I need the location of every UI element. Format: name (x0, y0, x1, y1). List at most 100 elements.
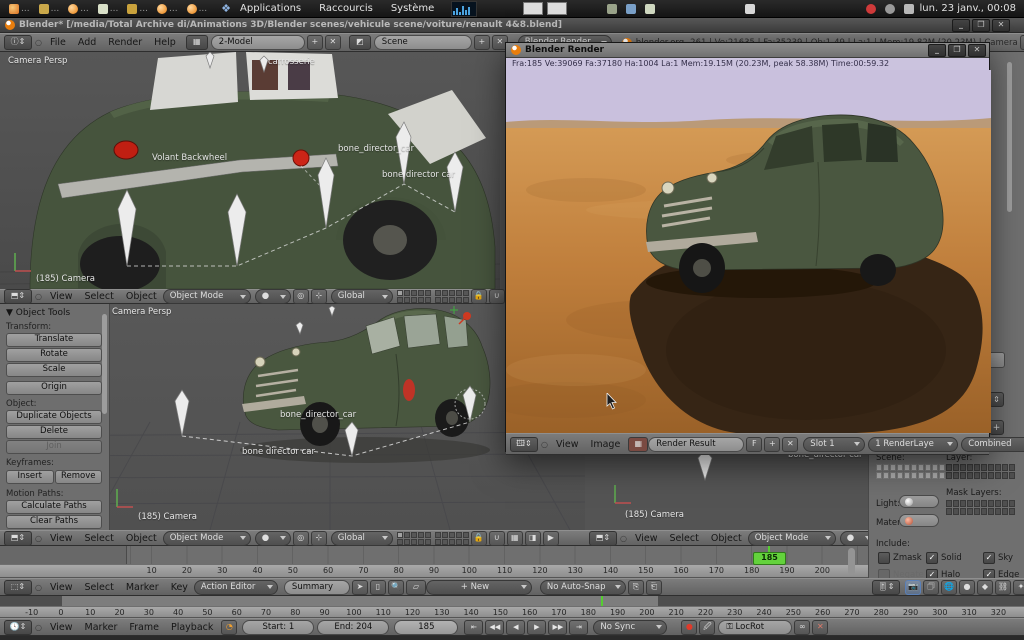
scene-icon[interactable]: ◩ (349, 35, 371, 50)
ghost-icon[interactable]: ▯ (370, 580, 386, 595)
mode-select[interactable]: Object Mode (163, 531, 251, 546)
menu-item[interactable]: View (50, 582, 73, 593)
tab-scene-icon[interactable]: 🌐 (941, 580, 957, 595)
timeline-ruler[interactable]: -100102030405060708090100110120130140150… (0, 606, 1024, 618)
scrollbar[interactable] (1007, 62, 1012, 212)
maximize-button[interactable]: ❐ (972, 19, 990, 32)
summary-toggle[interactable]: Summary (284, 580, 350, 595)
document-icon[interactable] (39, 4, 49, 14)
render-layers-widget[interactable] (946, 464, 980, 479)
render-window[interactable]: Blender Render _ ❐ ✕ Fra:185 Ve:39069 Fa… (505, 42, 990, 452)
copy-keyframes-icon[interactable]: ⎘ (628, 580, 644, 595)
mode-select[interactable]: Object Mode (163, 289, 251, 304)
delete-layout-button[interactable]: ✕ (325, 35, 341, 50)
rendered-image[interactable] (506, 70, 991, 433)
menu-item[interactable]: Marker (85, 622, 118, 633)
end-frame-field[interactable]: End: 204 (317, 620, 389, 635)
render-opengl-icon[interactable]: ◨ (525, 531, 541, 546)
folder-icon[interactable] (127, 4, 137, 14)
add-icon[interactable]: + (989, 420, 1004, 435)
tab-world-icon[interactable]: ● (959, 580, 975, 595)
scene-field[interactable]: Scene (374, 35, 472, 50)
add-layout-button[interactable]: + (307, 35, 323, 50)
render-anim-icon[interactable]: ▶ (543, 531, 559, 546)
close-button[interactable]: ✕ (968, 44, 986, 57)
tray-ball-icon[interactable] (885, 4, 895, 14)
blender-task-icon[interactable] (68, 4, 78, 14)
join-button[interactable]: Join (6, 440, 102, 454)
layers-widget[interactable] (397, 532, 431, 545)
delete-keyframe-icon[interactable]: ✕ (812, 620, 828, 635)
blender-task-icon[interactable] (157, 4, 167, 14)
start-frame-field[interactable]: Start: 1 (242, 620, 314, 635)
orientation-select[interactable]: Global (331, 289, 393, 304)
editor-type-icon[interactable]: ⬒⇕ (4, 531, 32, 546)
window-popup-icon[interactable]: ❏ (1020, 35, 1024, 50)
menu-item[interactable]: Playback (171, 622, 213, 633)
prev-keyframe-button[interactable]: ◀◀ (485, 620, 504, 635)
insert-keyframe-icon[interactable]: ∞ (794, 620, 810, 635)
window-title-bar[interactable]: Blender* [/media/Total Archive di/Animat… (0, 18, 1024, 33)
editor-type-icon[interactable]: 🕓⇕ (4, 620, 32, 635)
dope-sheet-canvas[interactable] (0, 546, 868, 564)
editor-type-icon[interactable]: 🎚⇕ (872, 580, 900, 595)
editor-type-icon[interactable]: ⬒⇕ (4, 289, 32, 304)
lock-icon[interactable]: 🔒 (471, 289, 487, 304)
jump-to-end-button[interactable]: ⇥ (569, 620, 588, 635)
menu-raccourcis[interactable]: Raccourcis (319, 3, 373, 14)
next-keyframe-button[interactable]: ▶▶ (548, 620, 567, 635)
scene-layers-widget[interactable] (876, 464, 910, 479)
unlink-image-button[interactable]: ✕ (782, 437, 798, 452)
menu-item[interactable]: Image (591, 439, 621, 450)
collapse-menus-icon[interactable]: ○ (541, 440, 548, 449)
layers-widget[interactable] (397, 290, 431, 303)
editor-type-icon[interactable]: ⬚⇕ (4, 580, 32, 595)
menu-systeme[interactable]: Système (391, 3, 434, 14)
menu-item[interactable]: Object (126, 291, 157, 302)
viewport-shading-select[interactable]: ● (255, 531, 291, 546)
remove-keyframe-button[interactable]: Remove (55, 470, 103, 484)
editor-mode-select[interactable]: Action Editor (194, 580, 278, 595)
menu-item[interactable]: Select (85, 533, 114, 544)
zmask-checkbox[interactable]: Zmask (878, 552, 922, 564)
fake-user-button[interactable]: F (746, 437, 762, 452)
preview-range-icon[interactable]: ◔ (221, 620, 237, 635)
material-override-field[interactable] (899, 514, 939, 527)
add-image-button[interactable]: + (764, 437, 780, 452)
current-frame-line[interactable] (601, 596, 603, 606)
menu-item[interactable]: Select (85, 582, 114, 593)
new-action-button[interactable]: + New (426, 580, 532, 595)
insert-keyframe-button[interactable]: Insert (6, 470, 54, 484)
collapse-menus-icon[interactable]: ○ (35, 292, 42, 301)
light-override-field[interactable] (899, 495, 939, 508)
action-icon[interactable]: ▱ (406, 580, 426, 595)
slot-select[interactable]: Slot 1 (803, 437, 865, 452)
solid-checkbox[interactable]: ✓Solid (926, 552, 962, 564)
tab-physics-icon[interactable]: ✦ (1013, 580, 1024, 595)
menu-item[interactable]: View (50, 291, 73, 302)
viewport-shading-select[interactable]: ● (255, 289, 291, 304)
select-cursor-icon[interactable]: ➤ (352, 580, 368, 595)
tab-object-icon[interactable]: ◆ (977, 580, 993, 595)
scrollbar[interactable] (102, 314, 107, 414)
pivot-point-icon[interactable]: ◎ (293, 531, 309, 546)
minimize-button[interactable]: _ (928, 44, 946, 57)
keying-icon[interactable]: 🖉 (699, 620, 715, 635)
play-reverse-button[interactable]: ◀ (506, 620, 525, 635)
render-pass-select[interactable]: Combined (961, 437, 1024, 452)
viewport-top[interactable]: Camera Persp Volant Backwheel bone_direc… (0, 52, 500, 289)
scrollbar[interactable] (848, 548, 855, 575)
collapse-menus-icon[interactable]: ○ (35, 583, 42, 592)
delete-button[interactable]: Delete (6, 425, 102, 439)
calculate-paths-button[interactable]: Calculate Paths (6, 500, 102, 514)
image-datablock-field[interactable]: Render Result (648, 437, 744, 452)
add-scene-button[interactable]: + (474, 35, 490, 50)
collapse-menus-icon[interactable]: ○ (35, 623, 42, 632)
collapse-menus-icon[interactable]: ○ (620, 534, 627, 543)
minimize-button[interactable]: _ (952, 19, 970, 32)
menu-item[interactable]: View (50, 622, 73, 633)
play-button[interactable]: ▶ (527, 620, 546, 635)
layers-widget[interactable] (435, 290, 469, 303)
channel-region[interactable] (0, 546, 127, 564)
close-button[interactable]: ✕ (992, 19, 1010, 32)
